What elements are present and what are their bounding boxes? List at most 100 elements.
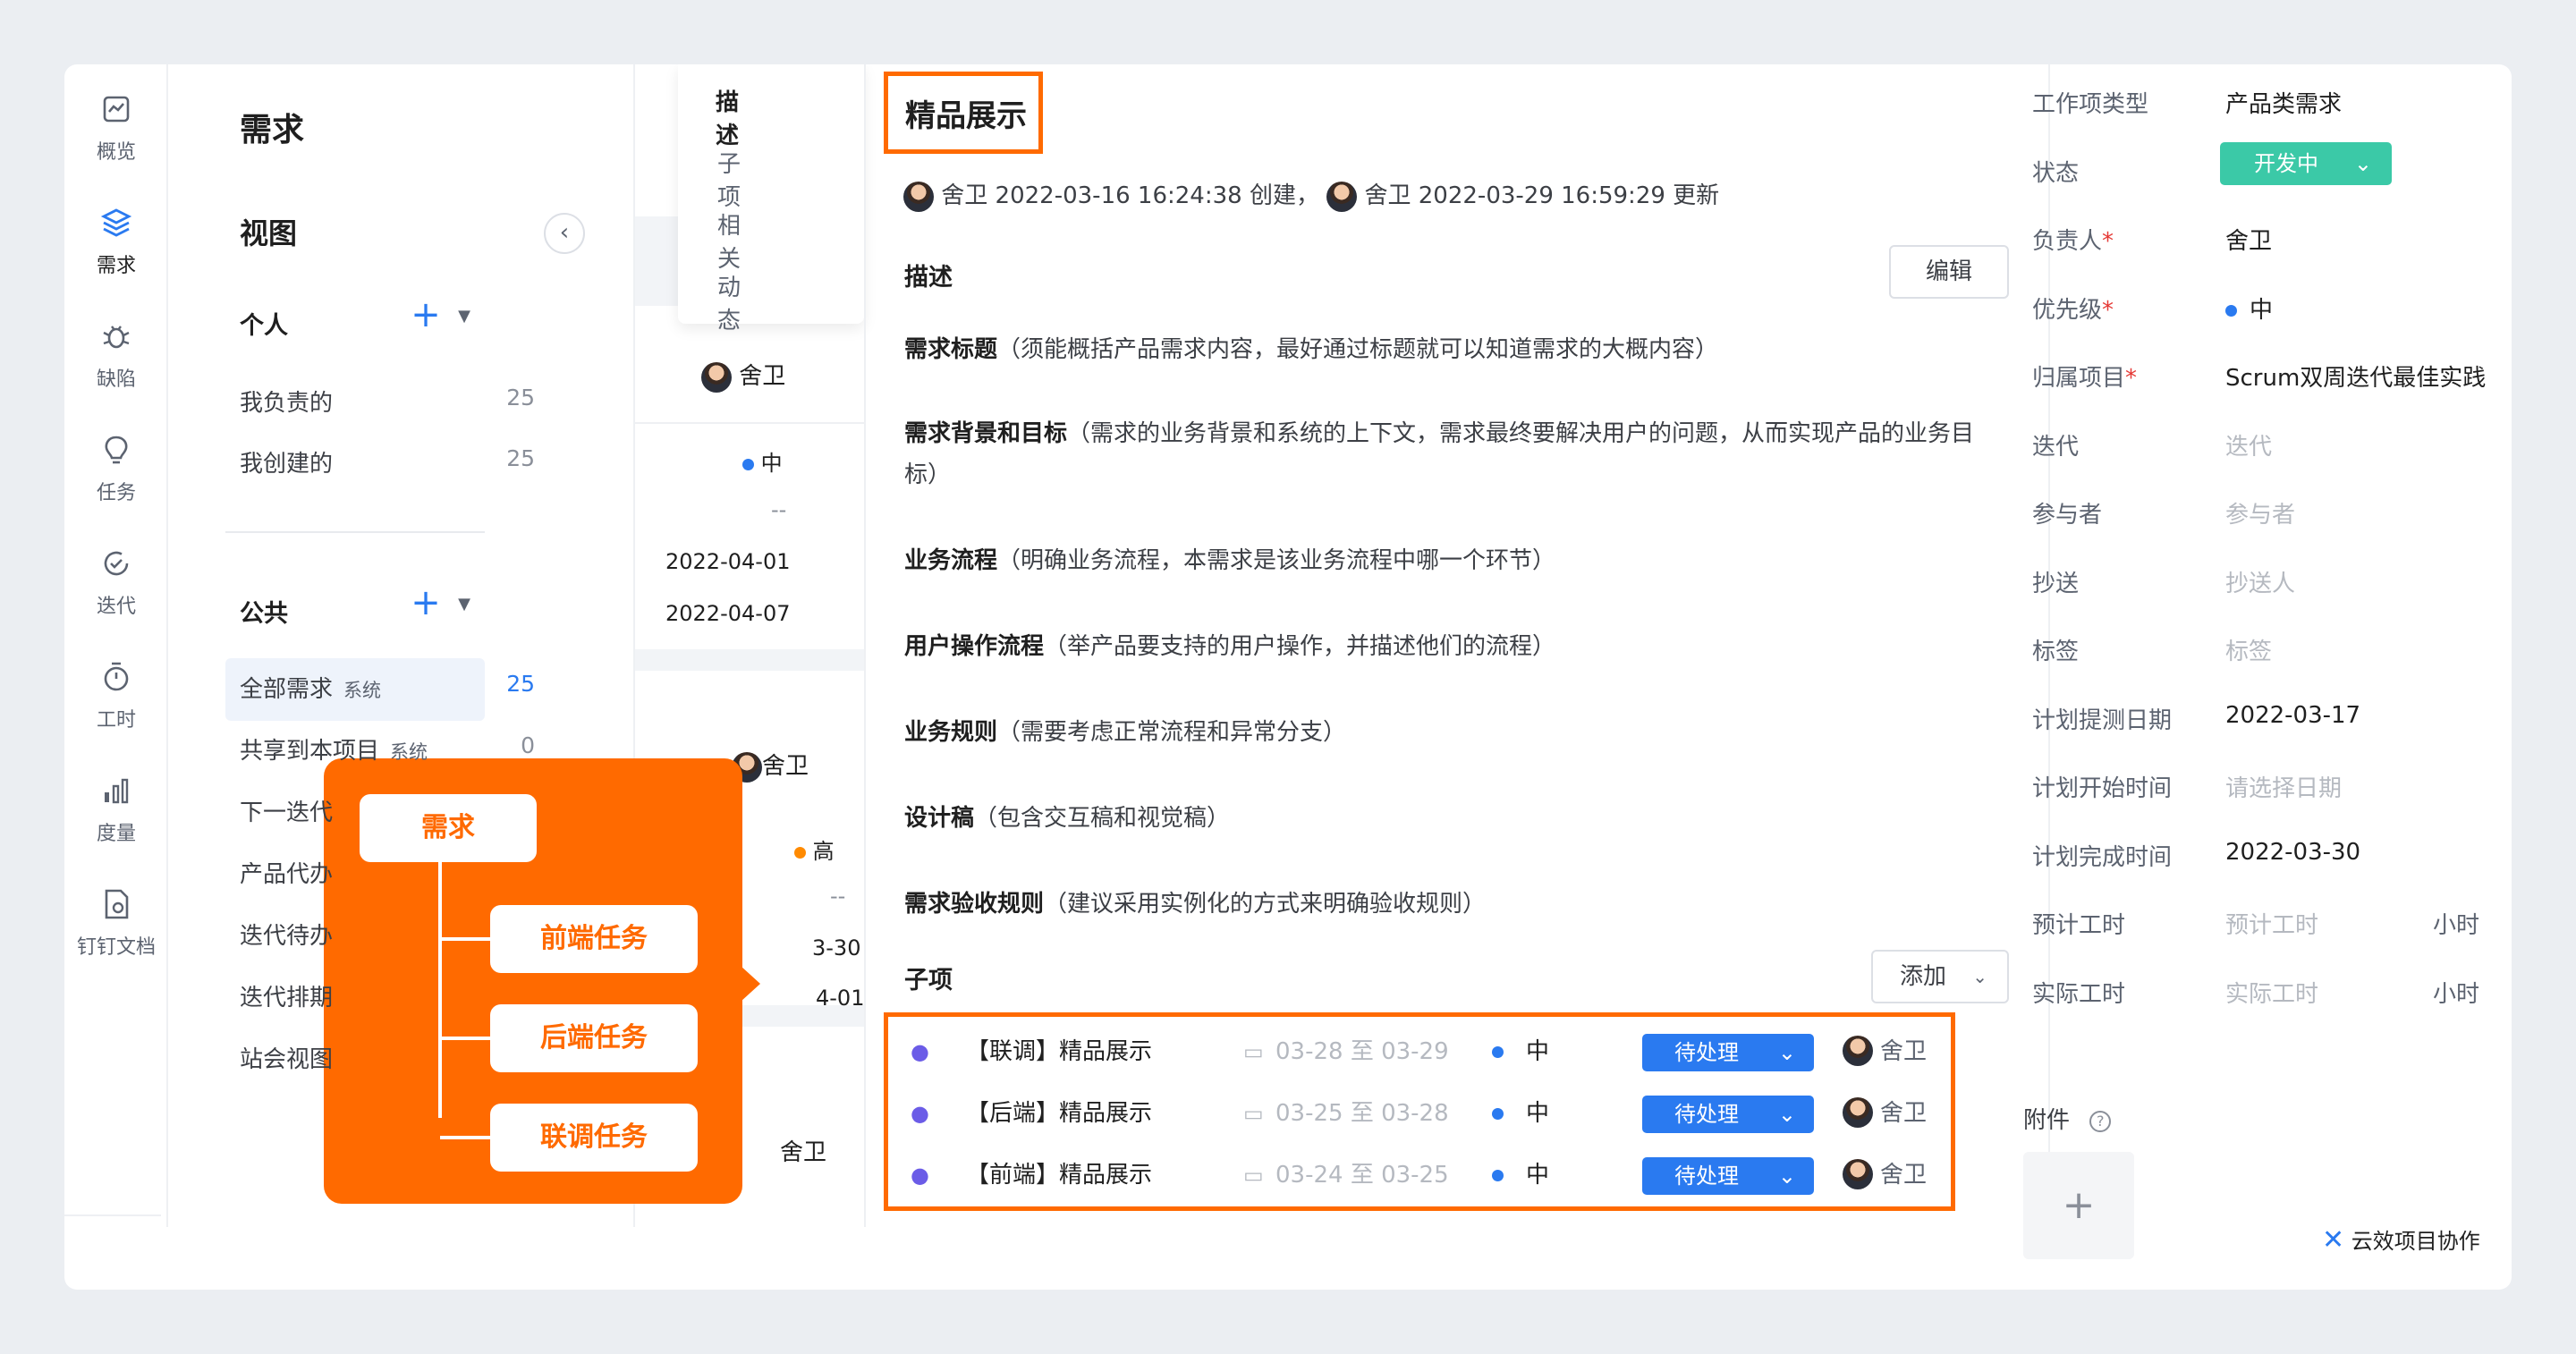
priority-dot <box>794 846 806 859</box>
overview-icon <box>98 91 134 127</box>
subitem-dates[interactable]: 03-24 至 03-25 <box>1275 1145 1449 1206</box>
nav-item-5[interactable]: 工时 <box>64 659 168 732</box>
brand-logo-icon: ✕ <box>2322 1224 2345 1256</box>
prop-label-text: 状态 <box>2032 159 2080 187</box>
prop-label-text: 计划完成时间 <box>2032 843 2173 871</box>
sidebar-item-count: 0 <box>521 732 535 758</box>
subitem-status-dropdown[interactable]: 待处理 ⌄ <box>1642 1034 1814 1071</box>
prop-value-6[interactable]: 参与者 <box>2225 496 2295 529</box>
overlay-child-box: 联调任务 <box>490 1104 698 1172</box>
prop-value-0[interactable]: 产品类需求 <box>2225 86 2342 119</box>
nav-item-6[interactable]: 度量 <box>64 773 168 846</box>
prop-value-7[interactable]: 抄送人 <box>2225 565 2295 598</box>
priority-value[interactable]: 中 <box>2225 292 2273 325</box>
subitem-assignee[interactable]: 舍卫 <box>1880 1145 1927 1206</box>
status-label: 待处理 <box>1674 1102 1739 1127</box>
prop-unit: 小时 <box>2433 980 2480 1008</box>
subitem-row[interactable]: ● 【联调】精品展示 ▭ 03-28 至 03-29 中 待处理 ⌄ 舍卫 <box>896 1021 1934 1082</box>
subitems-label: 子项 <box>904 967 953 994</box>
nav-item-1[interactable]: 需求 <box>64 205 168 278</box>
detail-tabs <box>678 64 864 324</box>
subitem-status-dropdown[interactable]: 待处理 ⌄ <box>1642 1096 1814 1133</box>
nav-item-3[interactable]: 任务 <box>64 432 168 505</box>
subitem-row[interactable]: ● 【后端】精品展示 ▭ 03-25 至 03-28 中 待处理 ⌄ 舍卫 <box>896 1083 1934 1144</box>
subitem-name[interactable]: 【后端】精品展示 <box>966 1083 1152 1144</box>
help-icon[interactable]: ? <box>2089 1110 2112 1132</box>
sidebar-item-label: 共享到本项目 <box>240 738 380 765</box>
nav-item-7[interactable]: 钉钉文档 <box>64 886 168 960</box>
nav-item-4[interactable]: 迭代 <box>64 546 168 619</box>
section-body: （需要考虑正常流程和异常分支） <box>997 719 1347 746</box>
edit-button[interactable]: 编辑 <box>1889 245 2009 299</box>
subitem-dates[interactable]: 03-28 至 03-29 <box>1275 1021 1449 1082</box>
subitem-name[interactable]: 【前端】精品展示 <box>966 1145 1152 1206</box>
prop-value-10[interactable]: 请选择日期 <box>2225 770 2342 803</box>
prop-value-13[interactable]: 实际工时 <box>2225 976 2318 1009</box>
prop-value-8[interactable]: 标签 <box>2225 633 2272 666</box>
prop-value-4[interactable]: Scrum双周迭代最佳实践 <box>2225 360 2486 393</box>
sidebar-item-public-0[interactable]: 全部需求 系统 25 <box>240 671 535 704</box>
description-section-4: 业务规则（需要考虑正常流程和异常分支） <box>904 712 2006 753</box>
public-expand-icon[interactable]: ▼ <box>453 587 476 622</box>
nav-label: 概览 <box>96 141 136 164</box>
public-add-button[interactable]: + <box>410 583 442 622</box>
sidebar-item-personal-0[interactable]: 我负责的 25 <box>240 385 535 418</box>
sidebar-item-label: 全部需求 <box>240 676 334 703</box>
assignee-name: 舍卫 <box>739 363 786 390</box>
tab-1[interactable]: 子项 <box>717 146 741 212</box>
subitem-priority[interactable]: 中 <box>1526 1145 1549 1206</box>
subitem-assignee[interactable]: 舍卫 <box>1880 1021 1927 1082</box>
personal-add-button[interactable]: + <box>410 295 442 334</box>
sidebar-item-count: 25 <box>506 445 535 471</box>
calendar-icon: ▭ <box>1243 1039 1264 1064</box>
sidebar-item-public-4[interactable]: 迭代待办 <box>240 918 535 951</box>
tab-0[interactable]: 描述 <box>716 84 739 150</box>
prop-label-3: 优先级* <box>2032 292 2114 325</box>
personal-expand-icon[interactable]: ▼ <box>453 299 476 334</box>
calendar-icon: ▭ <box>1243 1163 1264 1188</box>
sidebar-item-public-2[interactable]: 下一迭代 <box>240 794 535 827</box>
sidebar-item-public-1[interactable]: 共享到本项目 系统 0 <box>240 732 535 766</box>
sidebar-item-public-5[interactable]: 迭代排期 <box>240 979 535 1012</box>
sidebar-item-personal-1[interactable]: 我创建的 25 <box>240 445 535 478</box>
subitem-assignee[interactable]: 舍卫 <box>1880 1083 1927 1144</box>
nav-item-2[interactable]: 缺陷 <box>64 318 168 392</box>
subitem-row[interactable]: ● 【前端】精品展示 ▭ 03-24 至 03-25 中 待处理 ⌄ 舍卫 <box>896 1145 1934 1206</box>
subitem-dates[interactable]: 03-25 至 03-28 <box>1275 1083 1449 1144</box>
prop-label-7: 抄送 <box>2032 565 2079 598</box>
prop-value-11[interactable]: 2022-03-30 <box>2225 839 2360 866</box>
sidebar-item-count: 25 <box>506 385 535 410</box>
subitem-priority[interactable]: 中 <box>1526 1083 1549 1144</box>
nav-item-0[interactable]: 概览 <box>64 91 168 165</box>
subitem-status-dropdown[interactable]: 待处理 ⌄ <box>1642 1157 1814 1195</box>
sidebar-item-public-3[interactable]: 产品代办 <box>240 856 535 889</box>
detail-meta: 舍卫 2022-03-16 16:24:38 创建， 舍卫 2022-03-29… <box>903 177 1719 212</box>
add-attachment-button[interactable]: + <box>2023 1152 2134 1259</box>
add-subitem-button[interactable]: 添加 ⌄ <box>1871 950 2009 1003</box>
sidebar-item-count: 25 <box>506 671 535 697</box>
collapse-sidebar-button[interactable]: ‹ <box>544 213 585 254</box>
subitem-priority[interactable]: 中 <box>1526 1021 1549 1082</box>
detail-title[interactable]: 精品展示 <box>905 91 1027 135</box>
cycle-icon <box>98 546 134 581</box>
nav-label: 需求 <box>96 255 136 277</box>
subitem-name[interactable]: 【联调】精品展示 <box>966 1021 1152 1082</box>
left-nav-bottom-divider <box>64 1214 161 1216</box>
tab-3[interactable]: 动态 <box>717 269 741 335</box>
app-window: 需求 视图 个人 + ▼ 公共 + ▼ ‹ 舍卫 中 -- 2022-04-01… <box>64 64 2512 1290</box>
priority-dot <box>1492 1046 1504 1058</box>
chevron-down-icon: ⌄ <box>2353 150 2372 176</box>
prop-value-2[interactable]: 舍卫 <box>2225 223 2272 256</box>
bulb-icon: ● <box>911 1101 929 1126</box>
prop-value-9[interactable]: 2022-03-17 <box>2225 702 2360 729</box>
section-body: （举产品要支持的用户操作，并描述他们的流程） <box>1044 633 1556 660</box>
prop-value-5[interactable]: 迭代 <box>2225 428 2272 461</box>
prop-value-12[interactable]: 预计工时 <box>2225 907 2318 940</box>
tab-2[interactable]: 相关 <box>717 207 741 274</box>
assignee-avatar <box>1843 1036 1873 1066</box>
assignee-name: 舍卫 <box>780 1139 827 1166</box>
prop-unit: 小时 <box>2433 912 2480 939</box>
sidebar-item-public-6[interactable]: 站会视图 <box>240 1041 535 1074</box>
prop-label-text: 计划开始时间 <box>2032 775 2173 802</box>
status-dropdown[interactable]: 开发中 ⌄ <box>2220 141 2392 185</box>
